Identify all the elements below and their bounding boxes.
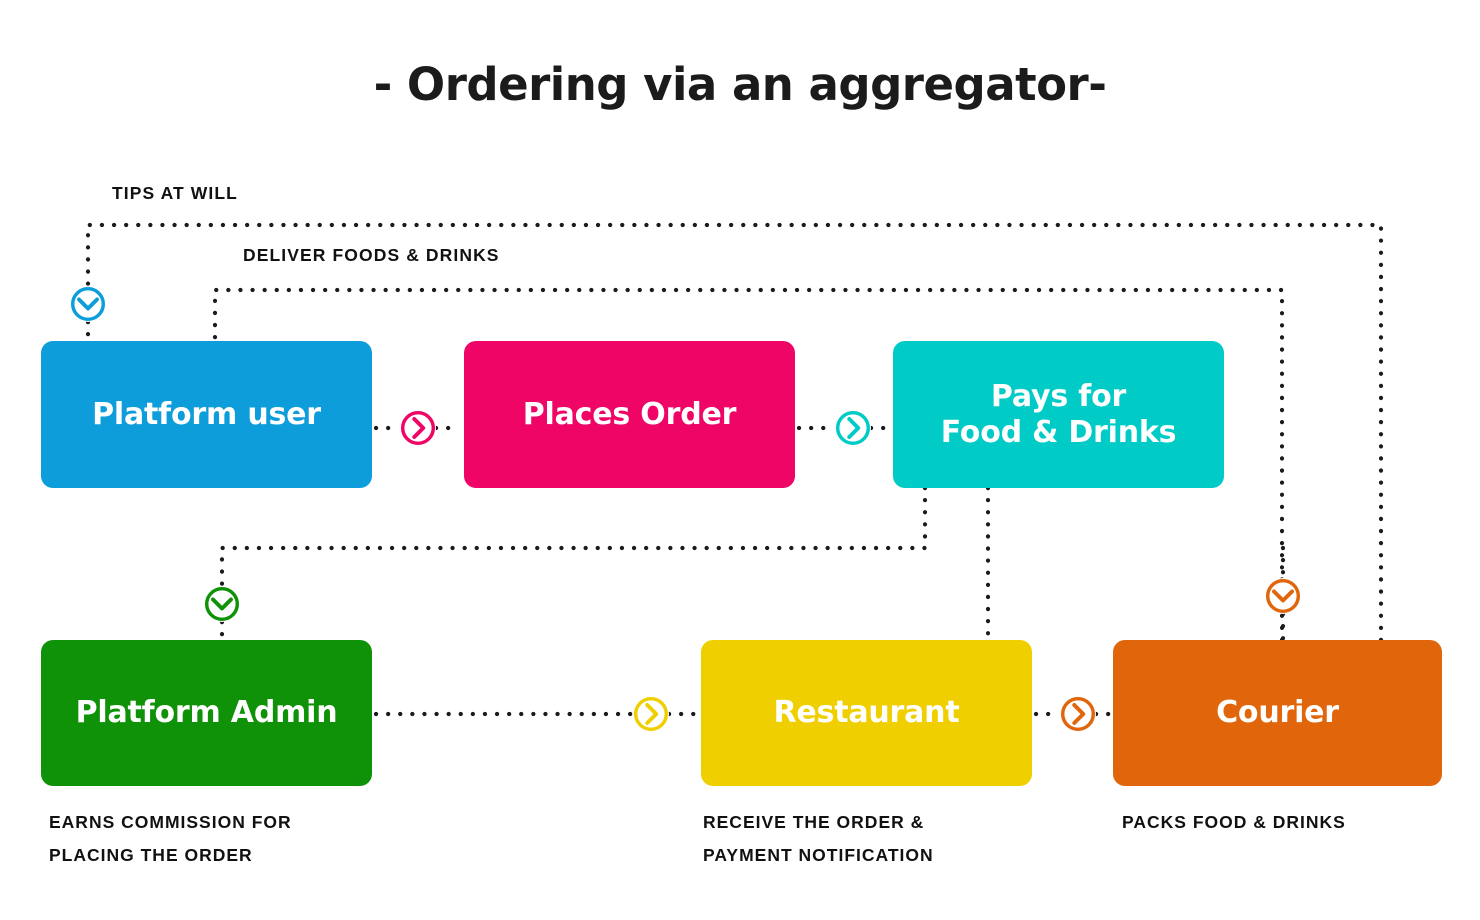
caption-platform-admin: EARNS COMMISSION FOR PLACING THE ORDER	[49, 806, 292, 873]
caption-courier: PACKS FOOD & DRINKS	[1122, 806, 1346, 839]
caption-line: RECEIVE THE ORDER &	[703, 812, 925, 832]
caption-line: EARNS COMMISSION FOR	[49, 812, 292, 832]
node-platform-user[interactable]: Platform user	[41, 341, 372, 488]
teal-chevron-right-icon[interactable]	[835, 410, 871, 446]
chevron-right-icon	[835, 410, 871, 446]
chevron-right-icon	[633, 696, 669, 732]
green-chevron-down-icon[interactable]	[204, 586, 240, 622]
node-label: Pays for Food & Drinks	[940, 379, 1177, 450]
node-label: Places Order	[522, 396, 737, 432]
diagram-canvas: - Ordering via an aggregator- TIPS AT WI…	[0, 0, 1480, 920]
chevron-down-icon	[204, 586, 240, 622]
caption-line: PLACING THE ORDER	[49, 845, 253, 866]
node-platform-admin[interactable]: Platform Admin	[41, 640, 372, 786]
chevron-right-icon	[1060, 696, 1096, 732]
orange-chevron-right-icon[interactable]	[1060, 696, 1096, 732]
chevron-right-icon	[400, 410, 436, 446]
blue-chevron-down-icon[interactable]	[70, 286, 106, 322]
chevron-down-icon	[1265, 578, 1301, 614]
orange-chevron-down-icon[interactable]	[1265, 578, 1301, 614]
node-courier[interactable]: Courier	[1113, 640, 1442, 786]
node-pays-for-food-and-drinks[interactable]: Pays for Food & Drinks	[893, 341, 1224, 488]
node-label: Restaurant	[773, 695, 960, 731]
caption-restaurant: RECEIVE THE ORDER & PAYMENT NOTIFICATION	[703, 806, 934, 873]
node-label: Platform user	[92, 396, 321, 432]
wire-label-tips-at-will: TIPS AT WILL	[112, 183, 238, 203]
pink-chevron-right-icon[interactable]	[400, 410, 436, 446]
yellow-chevron-right-icon[interactable]	[633, 696, 669, 732]
node-label: Courier	[1216, 695, 1339, 731]
node-restaurant[interactable]: Restaurant	[701, 640, 1032, 786]
caption-line: PAYMENT NOTIFICATION	[703, 845, 934, 866]
node-places-order[interactable]: Places Order	[464, 341, 795, 488]
caption-line: PACKS FOOD & DRINKS	[1122, 812, 1346, 832]
wire-label-deliver-foods: DELIVER FOODS & DRINKS	[243, 245, 500, 265]
chevron-down-icon	[70, 286, 106, 322]
page-title: - Ordering via an aggregator-	[373, 58, 1107, 111]
connector-pays-to-admin	[219, 485, 928, 589]
node-label: Platform Admin	[75, 695, 338, 731]
